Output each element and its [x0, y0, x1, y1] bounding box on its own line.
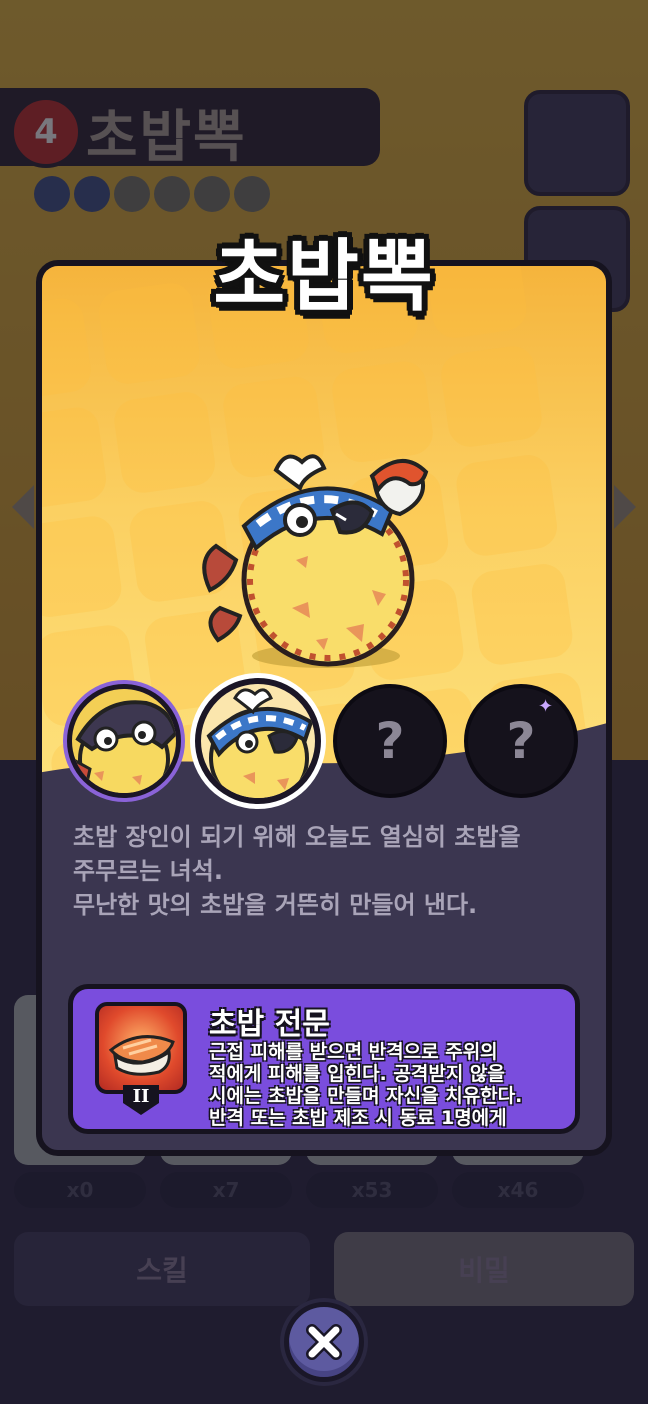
locked-question-icon: ? [375, 712, 405, 770]
description-line: 초밥 장인이 되기 위해 오늘도 열심히 초밥을 [73, 823, 521, 851]
sushi-skill-icon [95, 1002, 187, 1094]
character-description: 초밥 장인이 되기 위해 오늘도 열심히 초밥을 주무르는 녀석. 무난한 맛의… [73, 820, 573, 922]
sparkle-icon: ✦ [538, 696, 554, 717]
variant-option-1[interactable] [67, 684, 181, 798]
skill-description: 근접 피해를 받으면 반격으로 주위의 적에게 피해를 입힌다. 공격받지 않을… [209, 1041, 549, 1129]
skill-description-line: 근접 피해를 받으면 반격으로 주위의 [209, 1041, 498, 1063]
skill-description-line: 적에게 피해를 입힌다. 공격받지 않을 [209, 1063, 505, 1085]
character-title: 초밥뽁 [213, 232, 435, 322]
character-portrait [196, 440, 446, 680]
skill-rank-badge: II [123, 1085, 159, 1115]
skill-description-line: 반격 또는 초밥 제조 시 동료 1명에게 [209, 1107, 507, 1129]
variant-option-3-locked[interactable]: ? [333, 684, 447, 798]
description-line: 무난한 맛의 초밥을 거뜬히 만들어 낸다. [73, 891, 478, 919]
variant-option-2-selected[interactable] [195, 678, 321, 804]
close-button[interactable] [284, 1302, 364, 1382]
locked-question-icon: ? [506, 712, 536, 770]
skill-title: 초밥 전문 [209, 1007, 330, 1042]
skill-card[interactable]: II 초밥 전문 근접 피해를 받으면 반격으로 주위의 적에게 피해를 입힌다… [68, 984, 580, 1134]
variant-2-avatar-icon [206, 688, 314, 798]
description-line: 주무르는 녀석. [73, 857, 223, 885]
close-icon [306, 1324, 342, 1360]
variant-option-4-locked[interactable]: ? ✦ [464, 684, 578, 798]
variant-1-avatar-icon [72, 700, 176, 793]
skill-description-line: 시에는 초밥을 만들며 자신을 치유한다. [209, 1085, 523, 1107]
